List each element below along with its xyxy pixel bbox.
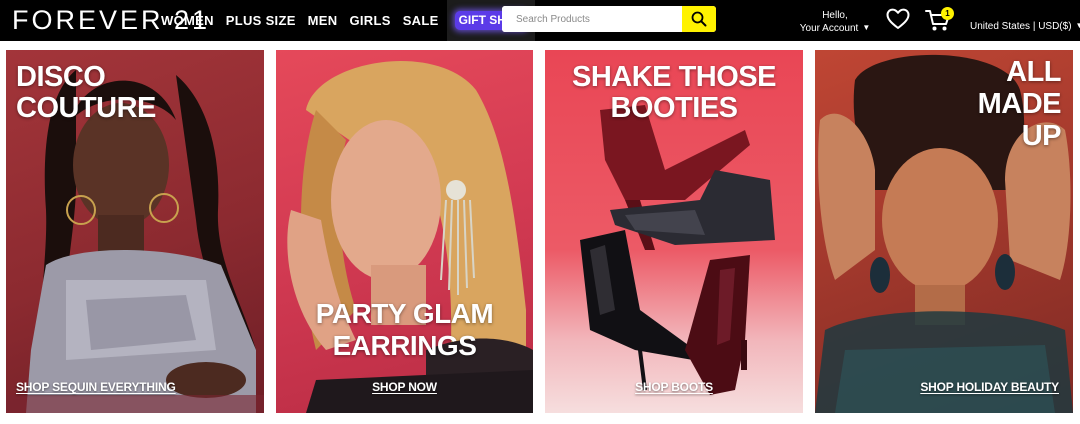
caret-down-icon: ▼ bbox=[1075, 21, 1080, 30]
promo-tile-shake-those-booties[interactable]: SHAKE THOSE BOOTIES SHOP BOOTS bbox=[545, 50, 803, 413]
tile-headline: SHAKE THOSE BOOTIES bbox=[572, 61, 776, 124]
tile-headline: ALL MADE UP bbox=[977, 56, 1062, 152]
account-menu[interactable]: Hello, Your Account ▼ bbox=[790, 10, 880, 35]
account-label-row: Your Account ▼ bbox=[790, 22, 880, 35]
nav-item-plus-size[interactable]: PLUS SIZE bbox=[226, 0, 296, 41]
account-greeting: Hello, bbox=[822, 10, 848, 21]
search-bar bbox=[502, 6, 716, 32]
search-input[interactable] bbox=[502, 6, 682, 32]
cart-count-badge: 1 bbox=[941, 7, 954, 20]
top-navigation-bar: FOREVER 21 WOMEN PLUS SIZE MEN GIRLS SAL… bbox=[0, 0, 1080, 41]
tile-cta-link[interactable]: SHOP BOOTS bbox=[545, 380, 803, 394]
wishlist-heart-icon[interactable] bbox=[886, 8, 910, 30]
promo-tile-disco-couture[interactable]: DISCO COUTURE SHOP SEQUIN EVERYTHING bbox=[6, 50, 264, 413]
promo-tile-party-glam-earrings[interactable]: PARTY GLAM EARRINGS SHOP NOW bbox=[276, 50, 533, 413]
nav-item-men[interactable]: MEN bbox=[308, 0, 338, 41]
tile-cta-link[interactable]: SHOP SEQUIN EVERYTHING bbox=[16, 380, 176, 394]
tile-headline: PARTY GLAM EARRINGS bbox=[315, 298, 494, 361]
search-icon bbox=[691, 11, 707, 27]
nav-item-sale[interactable]: SALE bbox=[403, 0, 439, 41]
tile-cta-link[interactable]: SHOP NOW bbox=[276, 380, 533, 394]
region-label: United States | USD($) bbox=[970, 21, 1072, 32]
tile-headline: DISCO COUTURE bbox=[16, 61, 156, 124]
nav-item-women[interactable]: WOMEN bbox=[161, 0, 214, 41]
search-button[interactable] bbox=[682, 6, 716, 32]
region-currency-selector[interactable]: United States | USD($) ▼ bbox=[970, 21, 1080, 32]
tile-cta-link[interactable]: SHOP HOLIDAY BEAUTY bbox=[920, 380, 1059, 394]
promo-tile-all-made-up[interactable]: ALL MADE UP SHOP HOLIDAY BEAUTY bbox=[815, 50, 1073, 413]
account-label: Your Account bbox=[799, 23, 859, 34]
nav-item-girls[interactable]: GIRLS bbox=[349, 0, 390, 41]
main-nav: WOMEN PLUS SIZE MEN GIRLS SALE GIFT SHOP bbox=[161, 0, 536, 41]
caret-down-icon: ▼ bbox=[862, 23, 871, 32]
